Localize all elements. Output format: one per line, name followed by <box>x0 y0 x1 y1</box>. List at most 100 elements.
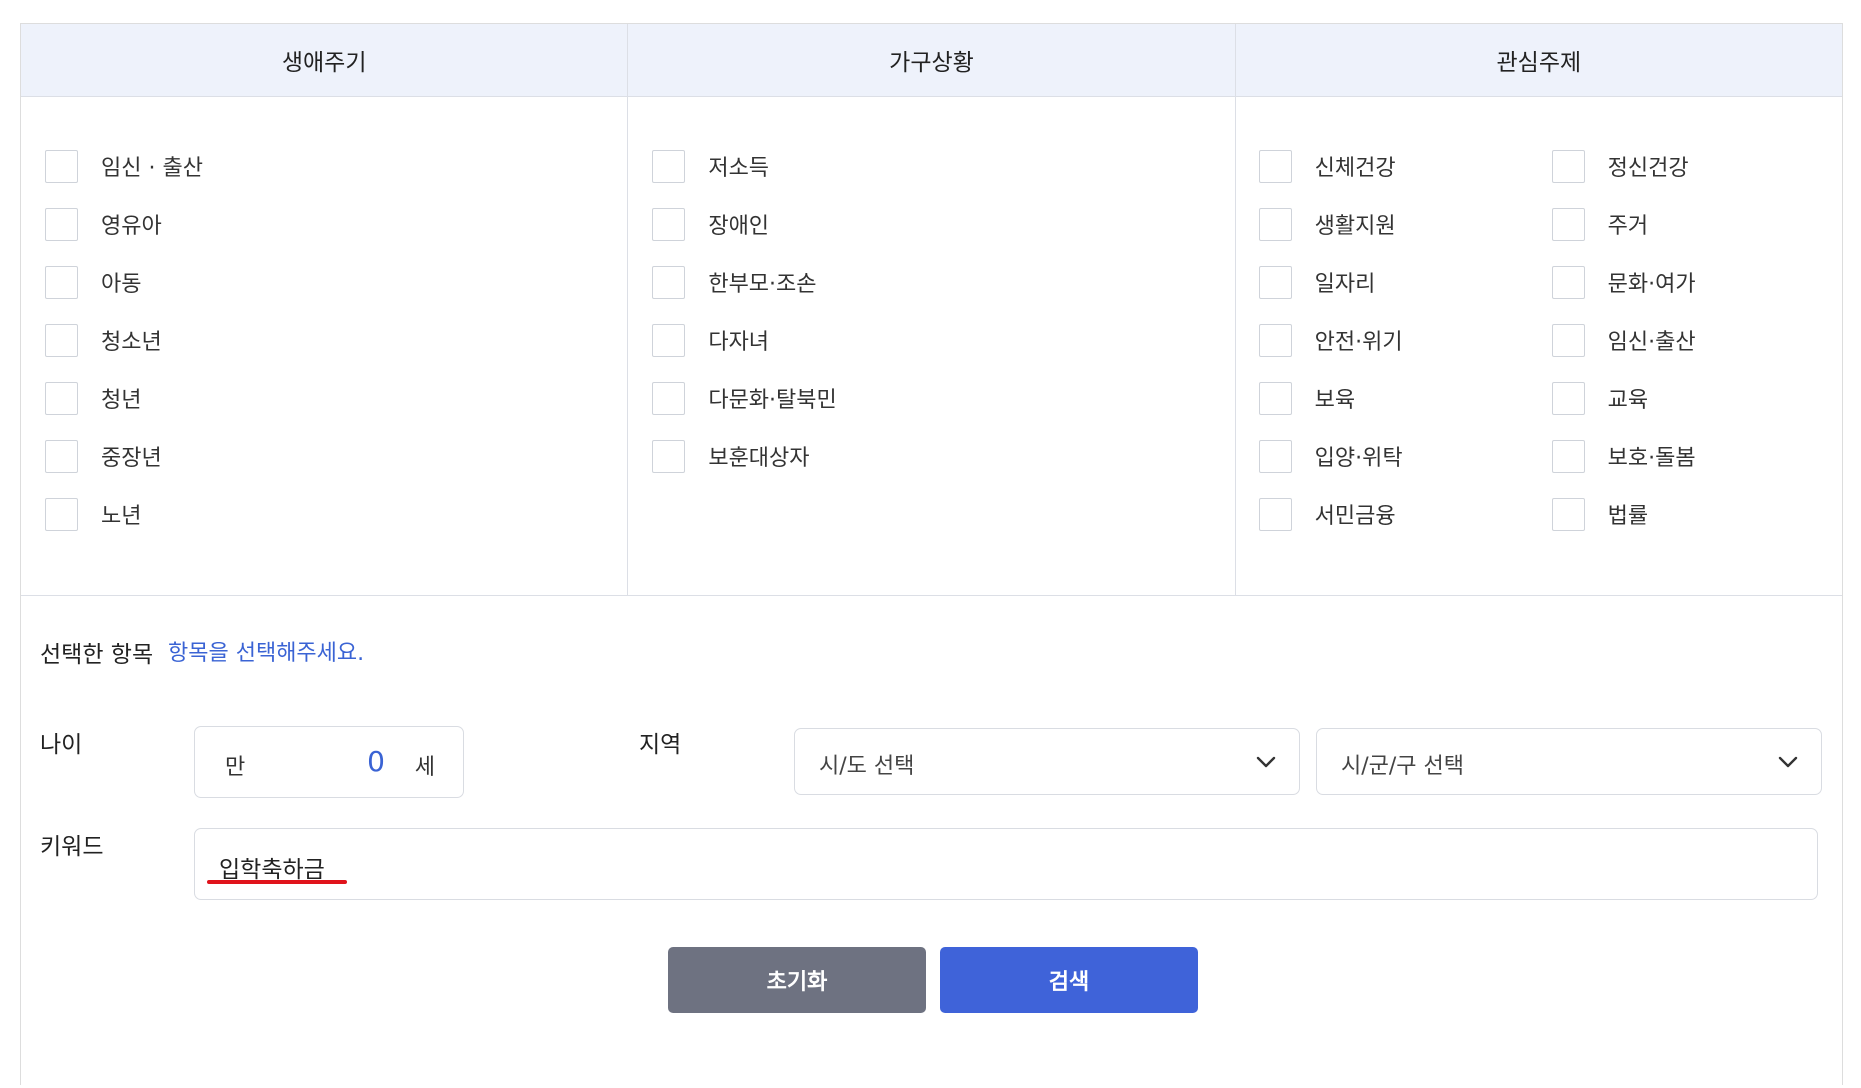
checkbox[interactable] <box>45 265 78 299</box>
checkbox-label: 교육 <box>1607 388 1649 413</box>
checkbox-label: 임신·출산 <box>1607 330 1696 355</box>
checkbox-item[interactable]: 신체건강 <box>1258 137 1552 195</box>
checkbox-label: 청년 <box>101 388 142 413</box>
checkbox-item[interactable]: 다문화·탈북민 <box>652 369 1234 427</box>
checkbox-label: 안전·위기 <box>1314 330 1403 355</box>
checkbox[interactable] <box>45 439 78 473</box>
reset-button[interactable]: 초기화 <box>668 947 926 1013</box>
category-header-row: 생애주기 가구상황 관심주제 <box>21 24 1842 97</box>
checkbox-label: 보육 <box>1314 388 1356 413</box>
checkbox[interactable] <box>1551 497 1585 531</box>
checkbox-label: 저소득 <box>708 156 770 181</box>
checkbox[interactable] <box>45 497 78 531</box>
checkbox-item[interactable]: 임신 · 출산 <box>45 137 627 195</box>
checkbox[interactable] <box>1258 439 1292 473</box>
interests-column: 신체건강 정신건강생활지원 주거일자리 문화·여가안전·위기 임신·출산보육 교육입양·위… <box>1236 97 1842 595</box>
checkbox[interactable] <box>1258 265 1292 299</box>
checkbox-label: 보호·돌봄 <box>1607 446 1696 471</box>
checkbox-label: 아동 <box>101 272 142 297</box>
search-form: 선택한 항목 항목을 선택해주세요. 나이 만 0 세 지역 시/도 선택 시/… <box>21 596 1842 1085</box>
checkbox-label: 주거 <box>1607 214 1649 239</box>
checkbox-label: 영유아 <box>101 214 162 239</box>
age-suffix: 세 <box>414 755 435 780</box>
checkbox-item[interactable]: 입양·위탁 <box>1258 427 1552 485</box>
checkbox-item[interactable]: 한부모·조손 <box>652 253 1234 311</box>
sido-select-value: 시/도 선택 <box>819 754 915 779</box>
checkbox[interactable] <box>45 323 78 357</box>
age-prefix: 만 <box>225 755 246 780</box>
life-cycle-column: 임신 · 출산영유아아동청소년청년중장년노년 <box>21 97 629 595</box>
chevron-down-icon <box>1256 756 1276 768</box>
age-input[interactable]: 만 0 세 <box>194 726 464 798</box>
checkbox[interactable] <box>652 207 686 241</box>
checkbox[interactable] <box>1258 207 1292 241</box>
checkbox[interactable] <box>652 265 686 299</box>
checkbox-label: 청소년 <box>101 330 162 355</box>
region-label: 지역 <box>639 732 682 758</box>
checkbox-label: 입양·위탁 <box>1314 446 1403 471</box>
checkbox[interactable] <box>652 381 686 415</box>
chevron-down-icon <box>1778 756 1798 768</box>
checkbox-item[interactable]: 임신·출산 <box>1551 311 1842 369</box>
age-value[interactable]: 0 <box>367 745 385 778</box>
checkbox[interactable] <box>1551 439 1585 473</box>
checkbox-columns: 임신 · 출산영유아아동청소년청년중장년노년 저소득장애인한부모·조손다자녀 다문… <box>21 97 1842 596</box>
checkbox-label: 서민금융 <box>1314 504 1396 529</box>
keyword-label: 키워드 <box>40 834 104 860</box>
checkbox-item[interactable]: 저소득 <box>652 137 1234 195</box>
checkbox-item[interactable]: 보호·돌봄 <box>1551 427 1842 485</box>
checkbox-label: 한부모·조손 <box>708 272 817 297</box>
checkbox-item[interactable]: 문화·여가 <box>1551 253 1842 311</box>
checkbox[interactable] <box>1551 149 1585 183</box>
keyword-value: 입학축하금 <box>219 857 325 883</box>
sigungu-select[interactable]: 시/군/구 선택 <box>1316 728 1822 795</box>
checkbox[interactable] <box>652 323 686 357</box>
checkbox[interactable] <box>1551 265 1585 299</box>
sigungu-select-value: 시/군/구 선택 <box>1341 754 1465 779</box>
interests-grid: 신체건강 정신건강생활지원 주거일자리 문화·여가안전·위기 임신·출산보육 교육입양·위… <box>1236 137 1842 543</box>
checkbox-item[interactable]: 일자리 <box>1258 253 1552 311</box>
household-column: 저소득장애인한부모·조손다자녀 다문화·탈북민보훈대상자 <box>628 97 1236 595</box>
sido-select[interactable]: 시/도 선택 <box>794 728 1300 795</box>
checkbox[interactable] <box>1551 323 1585 357</box>
checkbox-item[interactable]: 생활지원 <box>1258 195 1552 253</box>
checkbox-item[interactable]: 청소년 <box>45 311 627 369</box>
checkbox[interactable] <box>1258 497 1292 531</box>
checkbox-label: 임신 · 출산 <box>101 156 203 181</box>
checkbox-label: 장애인 <box>708 214 770 239</box>
checkbox-item[interactable]: 영유아 <box>45 195 627 253</box>
keyword-input[interactable]: 입학축하금 <box>194 828 1818 900</box>
checkbox[interactable] <box>1551 381 1585 415</box>
checkbox-item[interactable]: 주거 <box>1551 195 1842 253</box>
checkbox-item[interactable]: 아동 <box>45 253 627 311</box>
keyword-highlight-underline <box>207 880 347 884</box>
checkbox[interactable] <box>652 149 686 183</box>
checkbox[interactable] <box>45 207 78 241</box>
checkbox-item[interactable]: 법률 <box>1551 485 1842 543</box>
checkbox-label: 정신건강 <box>1607 156 1689 181</box>
checkbox-label: 보훈대상자 <box>708 446 810 471</box>
checkbox-label: 법률 <box>1607 504 1649 529</box>
checkbox[interactable] <box>45 149 78 183</box>
search-button[interactable]: 검색 <box>940 947 1198 1013</box>
checkbox[interactable] <box>1258 323 1292 357</box>
checkbox-item[interactable]: 정신건강 <box>1551 137 1842 195</box>
checkbox-item[interactable]: 노년 <box>45 485 627 543</box>
selected-items-hint: 항목을 선택해주세요. <box>168 641 365 666</box>
checkbox[interactable] <box>45 381 78 415</box>
checkbox[interactable] <box>1551 207 1585 241</box>
checkbox[interactable] <box>652 439 686 473</box>
household-list: 저소득장애인한부모·조손다자녀 다문화·탈북민보훈대상자 <box>628 137 1234 485</box>
checkbox[interactable] <box>1258 381 1292 415</box>
checkbox-item[interactable]: 서민금융 <box>1258 485 1552 543</box>
checkbox-item[interactable]: 안전·위기 <box>1258 311 1552 369</box>
checkbox-label: 노년 <box>101 504 142 529</box>
checkbox-item[interactable]: 청년 <box>45 369 627 427</box>
checkbox[interactable] <box>1258 149 1292 183</box>
checkbox-item[interactable]: 교육 <box>1551 369 1842 427</box>
checkbox-item[interactable]: 보훈대상자 <box>652 427 1234 485</box>
checkbox-item[interactable]: 중장년 <box>45 427 627 485</box>
checkbox-item[interactable]: 다자녀 <box>652 311 1234 369</box>
checkbox-item[interactable]: 장애인 <box>652 195 1234 253</box>
checkbox-item[interactable]: 보육 <box>1258 369 1552 427</box>
